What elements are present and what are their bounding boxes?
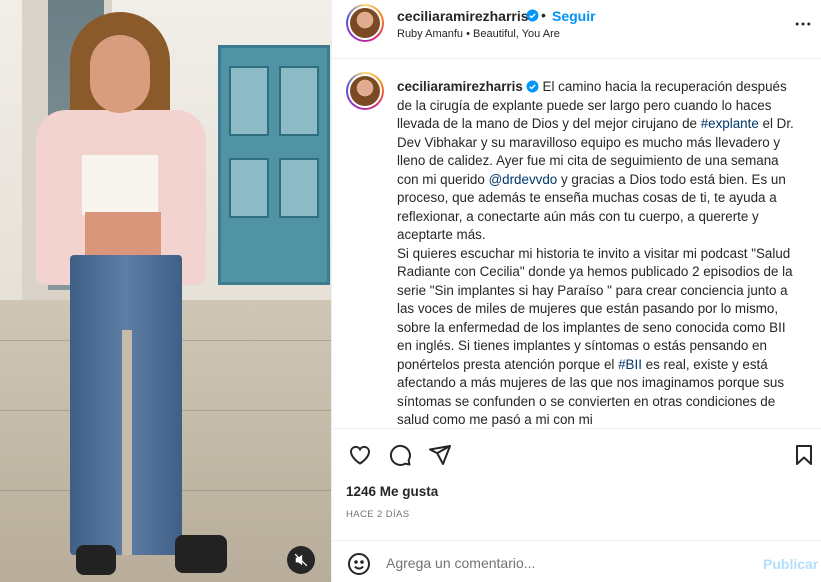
mute-button[interactable] (287, 546, 315, 574)
caption-hashtag[interactable]: #explante (701, 116, 759, 131)
post-caption: ceciliaramirezharris El camino hacia la … (397, 78, 797, 430)
photo-person-top (82, 155, 158, 215)
smiley-icon[interactable] (347, 552, 371, 576)
post-timestamp[interactable]: HACE 2 DÍAS (346, 509, 410, 520)
comment-bubble-icon[interactable] (388, 443, 412, 467)
photo-cabinet (218, 45, 330, 285)
publish-button[interactable]: Publicar (763, 556, 818, 572)
photo-person-face (90, 35, 150, 113)
caption-text: Si quieres escuchar mi historia te invit… (397, 245, 793, 372)
photo-shoe-right (175, 535, 227, 573)
verified-badge-icon (526, 9, 539, 22)
comment-composer: Publicar (332, 540, 821, 582)
muted-speaker-icon (294, 553, 308, 567)
photo-shoe-left (76, 545, 116, 575)
heart-icon[interactable] (348, 443, 372, 467)
paper-plane-icon[interactable] (428, 443, 452, 467)
post-media-photo[interactable] (0, 0, 331, 582)
post-detail-panel: ceciliaramirezharris • Seguir Ruby Amanf… (331, 0, 821, 582)
caption-mention[interactable]: @drdevvdo (489, 172, 558, 187)
like-count[interactable]: 1246 Me gusta (346, 484, 438, 499)
photo-leg-gap (122, 330, 132, 555)
follow-button[interactable]: Seguir (552, 8, 596, 24)
header-username[interactable]: ceciliaramirezharris (397, 8, 529, 24)
post-header: ceciliaramirezharris • Seguir Ruby Amanf… (332, 0, 821, 59)
more-horizontal-icon[interactable] (793, 14, 813, 34)
caption-hashtag[interactable]: #BII (618, 357, 642, 372)
header-separator: • (541, 7, 546, 23)
bookmark-icon[interactable] (792, 443, 816, 467)
avatar[interactable] (346, 4, 384, 42)
music-label[interactable]: Ruby Amanfu • Beautiful, You Are (397, 28, 560, 40)
comment-input[interactable] (386, 550, 746, 576)
verified-badge-icon (526, 80, 539, 93)
caption-avatar[interactable] (346, 72, 384, 110)
action-bar (332, 428, 821, 478)
caption-username[interactable]: ceciliaramirezharris (397, 79, 523, 94)
